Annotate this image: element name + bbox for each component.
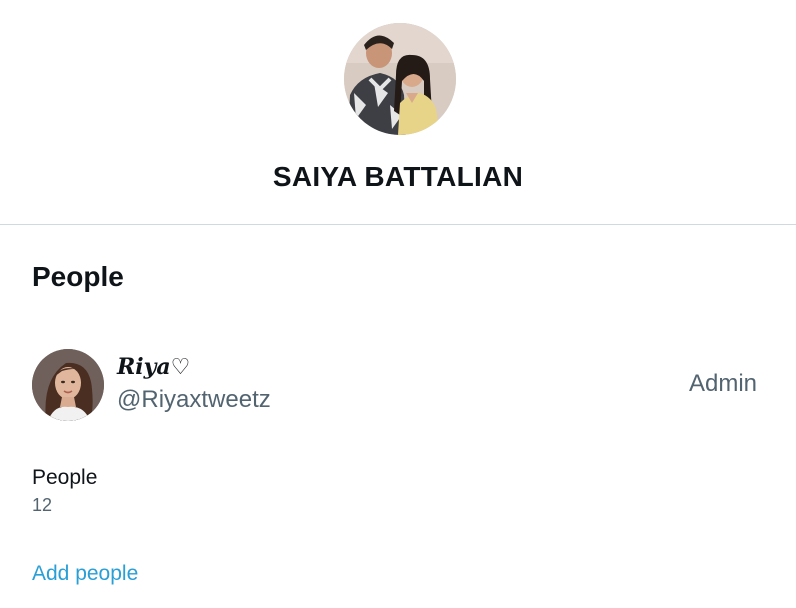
member-row[interactable]: Riya♡ @Riyaxtweetz Admin <box>0 342 796 428</box>
group-photo-icon <box>344 23 456 135</box>
divider <box>0 224 796 225</box>
member-handle: @Riyaxtweetz <box>117 386 271 413</box>
people-count-value: 12 <box>32 495 53 515</box>
group-avatar[interactable] <box>344 23 456 135</box>
people-section-heading: People <box>32 261 124 292</box>
member-avatar[interactable] <box>32 349 104 421</box>
user-avatar-icon <box>32 349 104 421</box>
people-count-label: People <box>32 466 98 489</box>
add-people-link[interactable]: Add people <box>32 562 138 586</box>
member-role-badge: Admin <box>688 370 757 397</box>
group-title: SAIYA BATTALIAN <box>272 161 524 192</box>
group-info-page: SAIYA BATTALIAN People Riya♡ @Riyaxtweet… <box>0 0 796 608</box>
member-display-name[interactable]: Riya♡ <box>117 354 190 380</box>
